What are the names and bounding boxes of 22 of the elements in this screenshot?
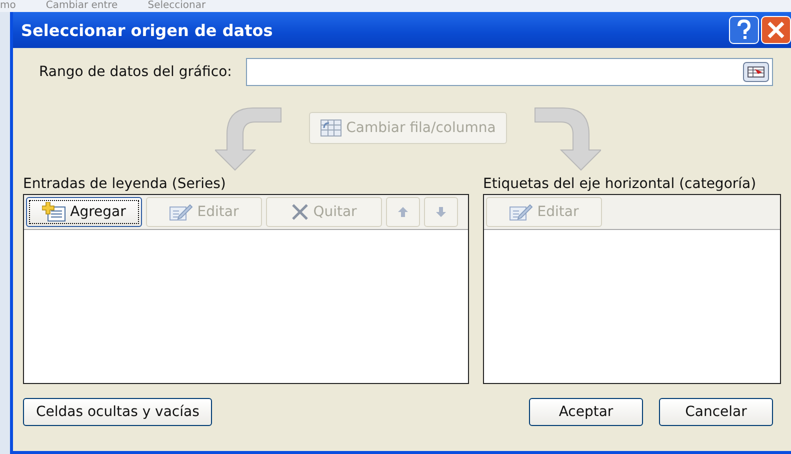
up-arrow-icon	[397, 206, 409, 218]
panel-title: Etiquetas del eje horizontal (categoría)	[483, 176, 758, 192]
cancel-button[interactable]: Cancelar	[659, 398, 773, 426]
help-icon[interactable]	[729, 16, 759, 44]
edit-icon	[169, 203, 194, 221]
table-swap-icon	[320, 119, 342, 137]
background-text: Seleccionar	[148, 0, 206, 12]
field-label: Rango de datos del gráfico:	[39, 64, 232, 80]
panel-title: Entradas de leyenda (Series)	[23, 176, 227, 192]
background-text: mo	[0, 0, 16, 12]
window-title: Seleccionar origen de datos	[21, 20, 273, 40]
range-picker-icon[interactable]	[743, 62, 769, 82]
close-icon[interactable]	[761, 16, 791, 44]
down-arrow-icon	[435, 206, 447, 218]
close-icon	[291, 203, 310, 221]
add-list-icon	[42, 202, 66, 222]
edit-icon	[509, 203, 534, 221]
range-input-field[interactable]	[246, 58, 773, 86]
add-button[interactable]: Agregar	[26, 197, 142, 227]
accept-button[interactable]: Aceptar	[529, 398, 643, 426]
background-text: Cambiar entre	[46, 0, 118, 12]
hidden-cells-button[interactable]: Celdas ocultas y vacías	[23, 398, 212, 426]
